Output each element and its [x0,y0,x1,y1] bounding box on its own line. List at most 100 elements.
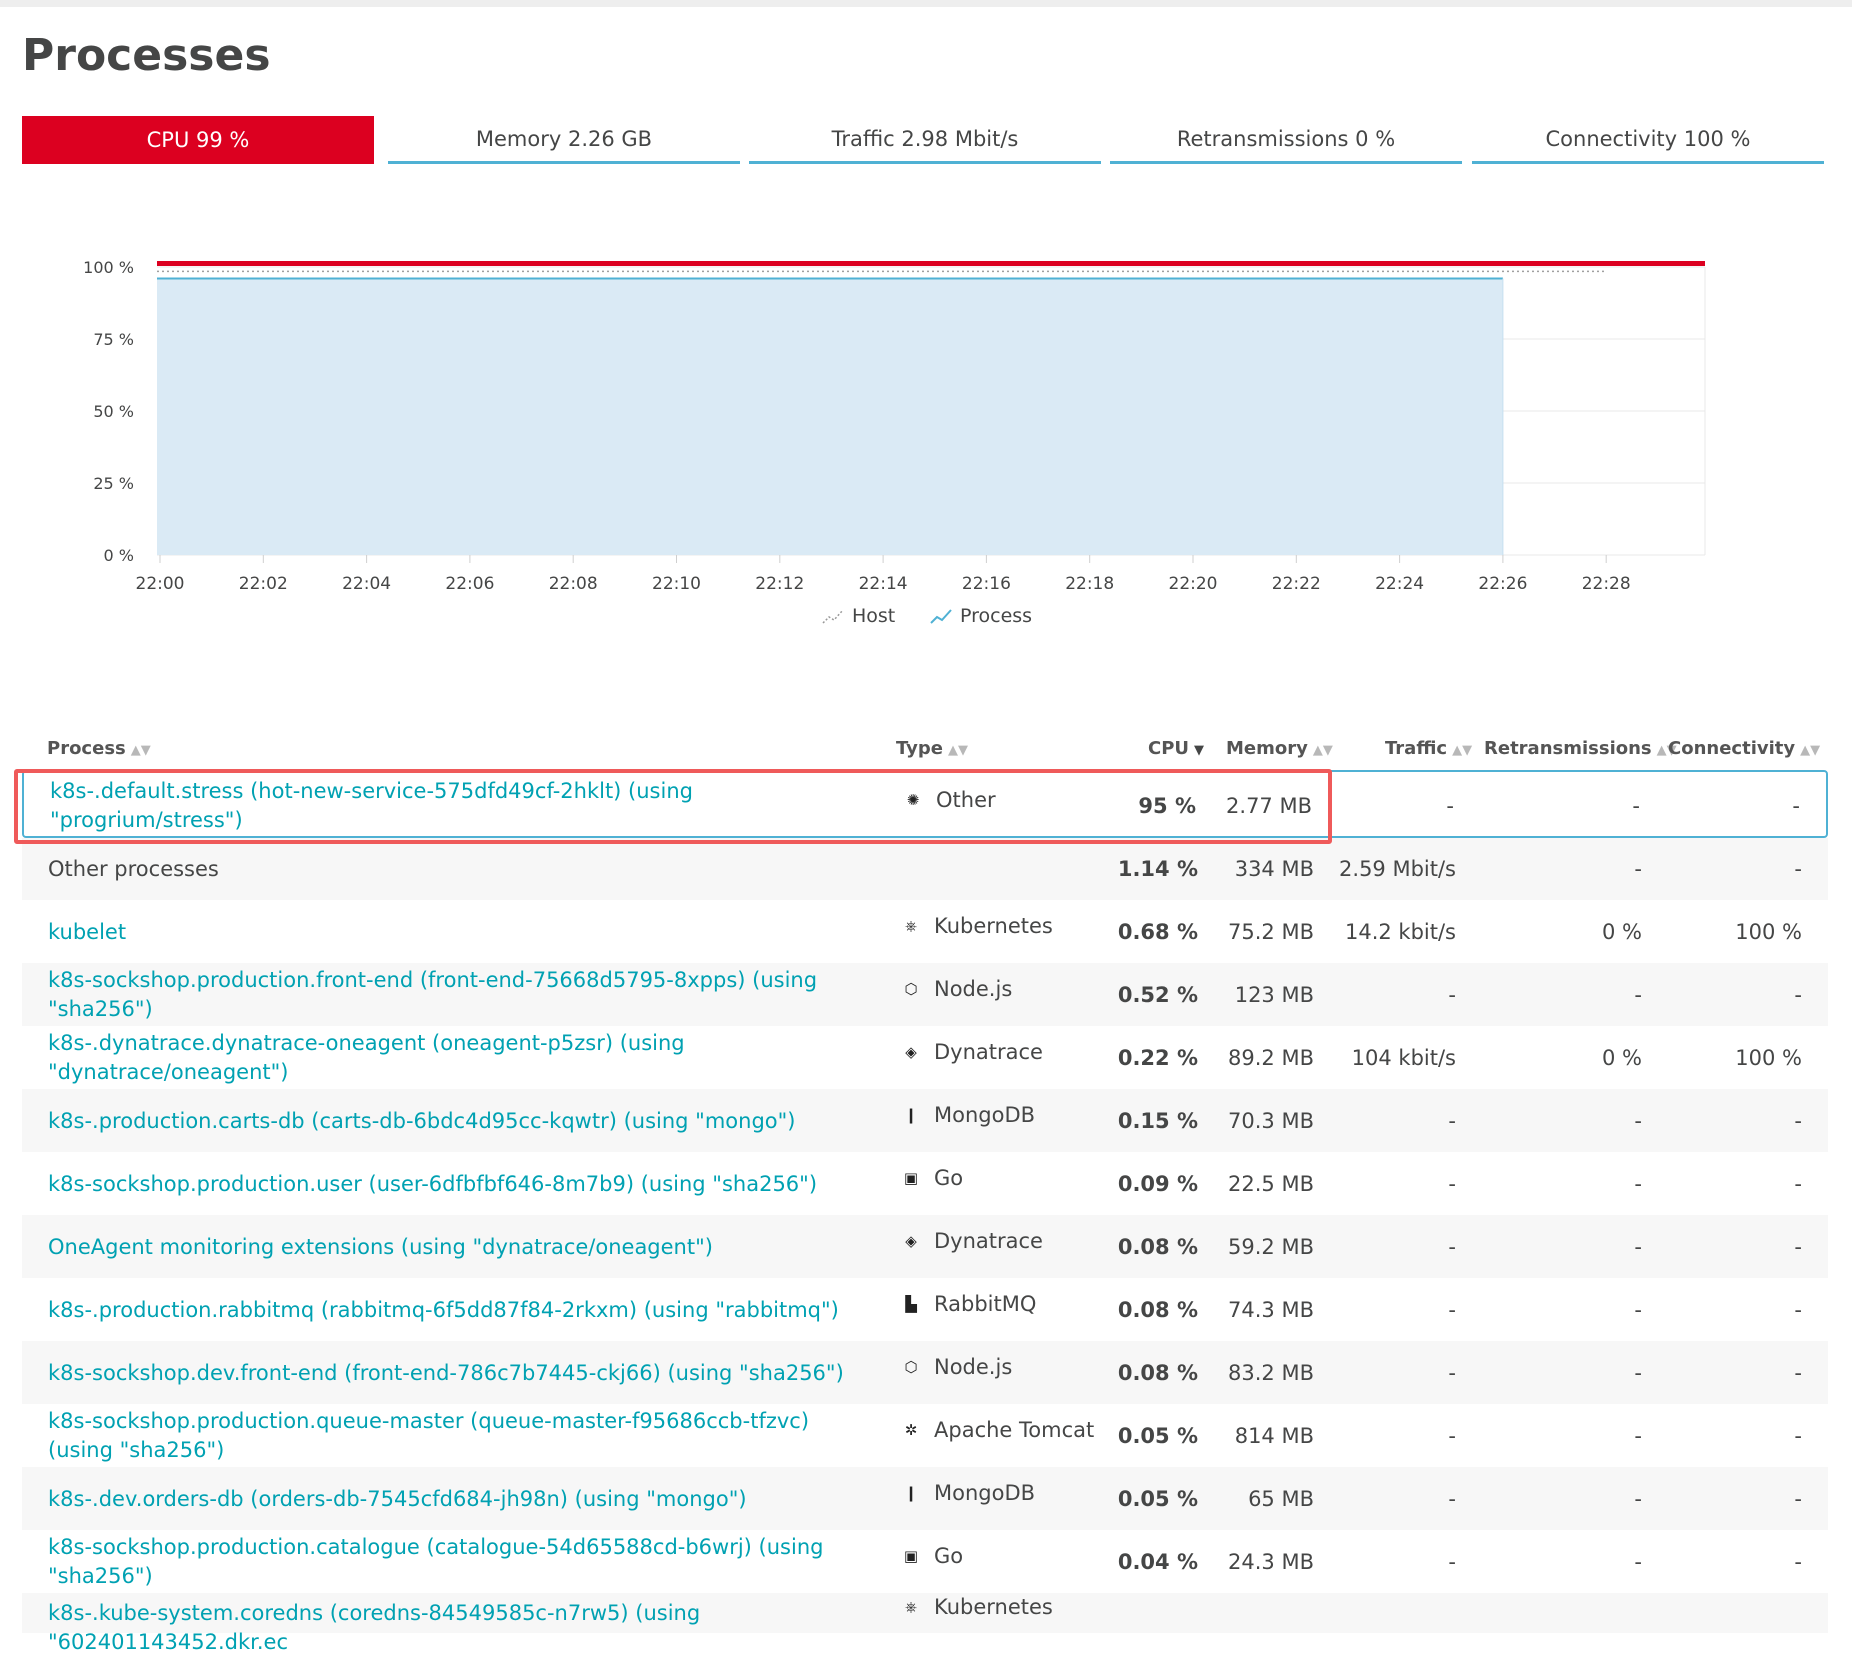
x-tick-label: 22:06 [445,574,494,594]
y-tick-label: 100 % [83,258,134,277]
traffic-value: - [1448,982,1456,1007]
header-cpu[interactable]: CPU ▼ [1148,738,1204,759]
process-name-link[interactable]: k8s-.kube-system.coredns (coredns-845495… [48,1599,878,1657]
table-row[interactable]: k8s-.dev.orders-db (orders-db-7545cfd684… [22,1467,1828,1530]
dynatrace-icon: ◈ [905,1042,917,1061]
x-tick-label: 22:12 [755,574,804,594]
x-tick-label: 22:14 [859,574,908,594]
cpu-value: 0.08 % [1117,1297,1198,1322]
threshold-line [157,261,1705,266]
legend-process-label: Process [960,605,1033,627]
process-name-link[interactable]: OneAgent monitoring extensions (using "d… [48,1233,878,1262]
process-type: ▣ Go [902,1544,963,1568]
tab-connectivity[interactable]: Connectivity 100 % [1472,116,1824,164]
connectivity-value: - [1794,982,1802,1007]
process-name-link[interactable]: k8s-sockshop.production.user (user-6dfbf… [48,1170,878,1199]
traffic-value: - [1448,1360,1456,1385]
process-name-link[interactable]: k8s-.production.carts-db (carts-db-6bdc4… [48,1107,878,1136]
legend-process[interactable]: Process [930,605,1032,627]
process-name-link[interactable]: k8s-sockshop.production.catalogue (catal… [48,1533,878,1591]
table-row[interactable]: k8s-sockshop.dev.front-end (front-end-78… [22,1341,1828,1404]
traffic-value: - [1448,1171,1456,1196]
retransmissions-value: - [1634,1297,1642,1322]
memory-value: 123 MB [1234,982,1314,1007]
table-row[interactable]: kubelet ⎈ Kubernetes 0.68 % 75.2 MB 14.2 kbit… [22,900,1828,963]
table-row[interactable]: k8s-.production.carts-db (carts-db-6bdc4… [22,1089,1828,1152]
header-retransmissions[interactable]: Retransmissions ▲▼ [1484,738,1677,759]
process-name-link[interactable]: kubelet [48,918,878,947]
x-tick-label: 22:16 [962,574,1011,594]
table-row[interactable]: k8s-.kube-system.coredns (coredns-845495… [22,1593,1828,1654]
table-row[interactable]: k8s-.dynatrace.dynatrace-oneagent (oneag… [22,1026,1828,1089]
tab-cpu[interactable]: CPU 99 % [22,116,374,164]
process-type: ❙ MongoDB [902,1103,1035,1127]
connectivity-value: - [1794,1171,1802,1196]
x-tick-label: 22:20 [1169,574,1218,594]
tab-retransmissions[interactable]: Retransmissions 0 % [1110,116,1462,164]
header-type[interactable]: Type ▲▼ [896,738,968,759]
cpu-value: 0.04 % [1117,1549,1198,1574]
connectivity-value: - [1794,1108,1802,1133]
traffic-value: 14.2 kbit/s [1344,919,1456,944]
memory-value: 22.5 MB [1228,1171,1314,1196]
process-name-link[interactable]: k8s-.production.rabbitmq (rabbitmq-6f5dd… [48,1296,878,1325]
x-tick-label: 22:26 [1478,574,1527,594]
memory-value: 814 MB [1234,1423,1314,1448]
retransmissions-value: - [1634,1423,1642,1448]
table-row[interactable]: k8s-sockshop.production.queue-master (qu… [22,1404,1828,1467]
header-traffic[interactable]: Traffic ▲▼ [1385,738,1472,759]
x-tick-label: 22:02 [239,574,288,594]
retransmissions-value: - [1634,1171,1642,1196]
process-name-link[interactable]: k8s-.dev.orders-db (orders-db-7545cfd684… [48,1485,878,1514]
traffic-value: - [1448,1234,1456,1259]
table-row[interactable]: k8s-sockshop.production.catalogue (catal… [22,1530,1828,1593]
tab-memory[interactable]: Memory 2.26 GB [388,116,740,164]
table-row[interactable]: Other processes 1.14 % 334 MB 2.59 Mbit/s - - [22,838,1828,900]
y-tick-label: 25 % [93,474,134,493]
table-row[interactable]: k8s-sockshop.production.front-end (front… [22,963,1828,1026]
table-row[interactable]: k8s-sockshop.production.user (user-6dfbf… [22,1152,1828,1215]
process-type-label: Kubernetes [934,913,1053,938]
traffic-value: - [1446,794,1454,818]
connectivity-value: - [1794,1234,1802,1259]
cpu-value: 0.05 % [1117,1486,1198,1511]
cpu-value: 0.52 % [1117,982,1198,1007]
cpu-value: 0.08 % [1117,1234,1198,1259]
traffic-value: 2.59 Mbit/s [1339,857,1456,881]
y-tick-label: 0 % [104,546,134,565]
connectivity-value: - [1794,1360,1802,1385]
legend-host[interactable]: Host [822,605,895,627]
connectivity-value: - [1794,1297,1802,1322]
header-connectivity[interactable]: Connectivity ▲▼ [1668,738,1820,759]
table-row[interactable]: k8s-.default.stress (hot-new-service-575… [22,770,1828,838]
process-name-link[interactable]: k8s-.default.stress (hot-new-service-575… [50,777,880,835]
cpu-value: 0.68 % [1117,919,1198,944]
memory-value: 65 MB [1248,1486,1314,1511]
process-type: ⬡ Node.js [902,1355,1012,1379]
connectivity-value: 100 % [1735,1045,1802,1070]
process-name-link[interactable]: k8s-sockshop.dev.front-end (front-end-78… [48,1359,878,1388]
cpu-value: 0.22 % [1117,1045,1198,1070]
process-type: ✺ Other [904,788,996,812]
process-table: Process ▲▼ Type ▲▼ CPU ▼ Memory ▲▼ Traffic ▲▼… [22,726,1828,1654]
process-series-icon [930,609,952,624]
process-name-link[interactable]: k8s-sockshop.production.front-end (front… [48,966,878,1024]
process-name-link[interactable]: k8s-sockshop.production.queue-master (qu… [48,1407,878,1465]
table-row[interactable]: OneAgent monitoring extensions (using "d… [22,1215,1828,1278]
process-type: ⎈ Kubernetes [902,914,1053,938]
table-row[interactable]: k8s-.production.rabbitmq (rabbitmq-6f5dd… [22,1278,1828,1341]
tomcat-icon: ✲ [904,1420,918,1439]
retransmissions-value: - [1634,982,1642,1007]
tab-traffic[interactable]: Traffic 2.98 Mbit/s [749,116,1101,164]
process-type: ✲ Apache Tomcat [902,1418,1095,1442]
header-memory[interactable]: Memory ▲▼ [1226,738,1333,759]
nodejs-icon: ⬡ [904,979,918,998]
retransmissions-value: - [1634,1486,1642,1511]
connectivity-value: - [1794,1549,1802,1574]
process-name-link[interactable]: k8s-.dynatrace.dynatrace-oneagent (oneag… [48,1029,878,1087]
sort-icon: ▲▼ [1312,743,1333,758]
header-process[interactable]: Process ▲▼ [47,738,151,759]
process-type: ◈ Dynatrace [902,1229,1043,1253]
memory-value: 89.2 MB [1228,1045,1314,1070]
retransmissions-value: - [1634,1549,1642,1574]
